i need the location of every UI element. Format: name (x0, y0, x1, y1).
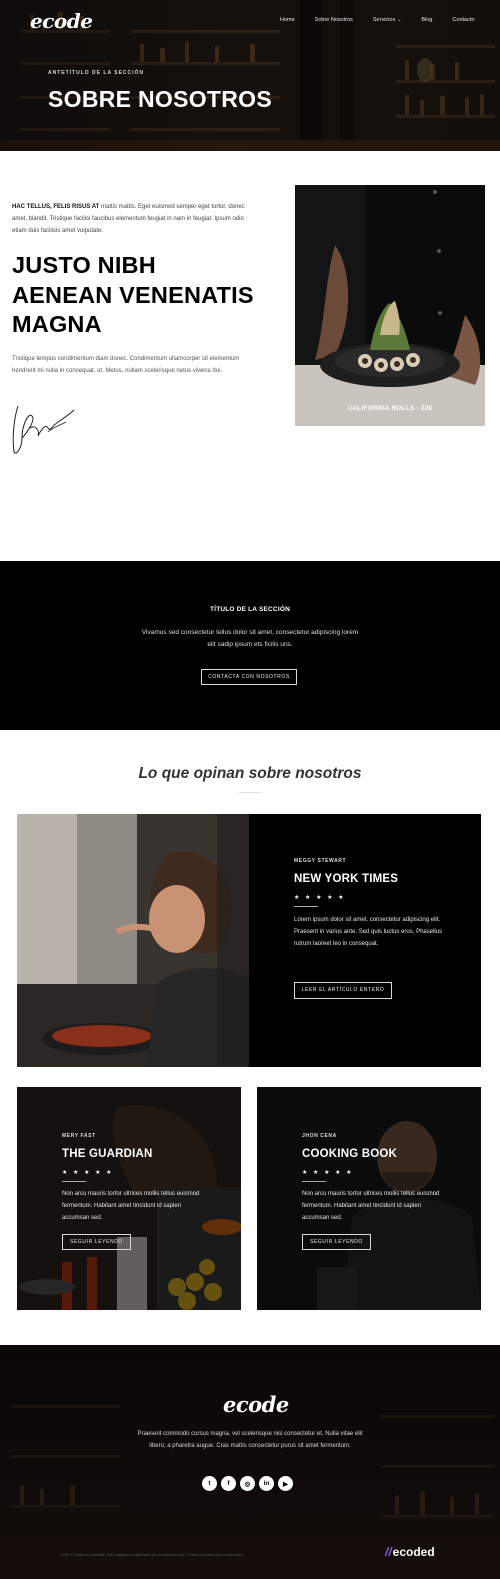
footer-description: Praesent commodo cursus magna, vel scele… (137, 1431, 363, 1449)
cta-text: Vivamus sed consectetur tellus dolor sit… (141, 629, 359, 648)
testimonial-publication: COOKING BOOK (302, 1148, 398, 1160)
site-logo[interactable]: ecode (30, 9, 93, 33)
testimonials-heading: Lo que opinan sobre nosotros (138, 765, 362, 782)
testimonial-author: JHON CENA (302, 1133, 337, 1139)
star-rating-icon: ★ ★ ★ ★ ★ (302, 1170, 354, 1176)
testimonial-publication: THE GUARDIAN (62, 1148, 153, 1160)
contact-button[interactable]: CONTACTA CON NOSOTROS (201, 669, 297, 685)
star-rating-icon: ★ ★ ★ ★ ★ (294, 895, 346, 901)
nav-item-servicios-label: Servicios (372, 17, 396, 23)
footer-logo[interactable]: ecode (223, 1392, 289, 1417)
hero-eyebrow: ANTETÍTULO DE LA SECCIÓN (48, 70, 145, 76)
testimonial-text: Lorem ipsum dolor sit amet, consectetur … (294, 917, 443, 947)
chef-plating-photo (295, 185, 485, 426)
brand-name: ecoded (392, 1545, 435, 1559)
about-intro: HAC TELLUS, FELIS RISUS AT mattis mattis… (12, 201, 257, 237)
read-more-button[interactable]: SEGUIR LEYENDO (302, 1234, 371, 1250)
testimonial-card: MERY FAST THE GUARDIAN ★ ★ ★ ★ ★ Non arc… (17, 1087, 241, 1310)
testimonial-text: Non arcu mauris tortor ultrices mollis t… (302, 1191, 440, 1221)
testimonial-publication: NEW YORK TIMES (294, 873, 399, 885)
heading-divider (239, 792, 261, 793)
linkedin-icon[interactable]: in (259, 1476, 274, 1491)
nav-item-blog[interactable]: Blog (421, 17, 432, 23)
instagram-icon[interactable]: ◎ (240, 1476, 255, 1491)
main-nav: Home Sobre Nosotros Servicios ⌄ Blog Cont… (280, 17, 494, 23)
nav-item-contacto[interactable]: Contacto (452, 17, 474, 23)
ecoded-brand-logo[interactable]: //ecoded (385, 1545, 435, 1559)
testimonial-text: Non arcu mauris tortor ultrices mollis t… (62, 1191, 200, 1221)
featured-testimonial: MEGGY STEWART NEW YORK TIMES ★ ★ ★ ★ ★ L… (17, 814, 481, 1067)
youtube-icon[interactable]: ▶ (278, 1476, 293, 1491)
hero-header: ecode Home Sobre Nosotros Servicios ⌄ Blo… (0, 0, 500, 151)
about-intro-bold: HAC TELLUS, FELIS RISUS AT (12, 204, 100, 210)
nav-item-home[interactable]: Home (280, 17, 295, 23)
star-rating-icon: ★ ★ ★ ★ ★ (62, 1170, 114, 1176)
site-footer: ecode Praesent commodo cursus magna, vel… (0, 1345, 500, 1579)
divider (62, 1181, 86, 1182)
card-content: JHON CENA COOKING BOOK ★ ★ ★ ★ ★ Non arc… (302, 1133, 442, 1250)
cta-title: TÍTULO DE LA SECCIÓN (210, 606, 290, 613)
about-description: Tristique tempus condimentum diam donec.… (12, 356, 240, 374)
divider (302, 1181, 326, 1182)
signature-image (12, 405, 75, 454)
read-article-button[interactable]: LEER EL ARTÍCULO ENTERO (294, 982, 392, 999)
chevron-down-icon: ⌄ (397, 17, 402, 23)
read-more-button[interactable]: SEGUIR LEYENDO (62, 1234, 131, 1250)
footer-overlay (0, 1345, 500, 1579)
testimonial-author: MEGGY STEWART (294, 858, 347, 864)
cta-section: TÍTULO DE LA SECCIÓN Vivamus sed consect… (0, 561, 500, 730)
nav-item-sobre-nosotros[interactable]: Sobre Nosotros (315, 17, 353, 23)
dish-image: CALIFORNIA ROLLS - 22€ (295, 185, 485, 426)
card-content: MERY FAST THE GUARDIAN ★ ★ ★ ★ ★ Non arc… (62, 1133, 202, 1250)
social-links: t f ◎ in ▶ (202, 1476, 293, 1491)
testimonial-card: JHON CENA COOKING BOOK ★ ★ ★ ★ ★ Non arc… (257, 1087, 481, 1310)
twitter-icon[interactable]: t (202, 1476, 217, 1491)
facebook-icon[interactable]: f (221, 1476, 236, 1491)
featured-testimonial-content: MEGGY STEWART NEW YORK TIMES ★ ★ ★ ★ ★ L… (294, 858, 444, 999)
dish-caption: CALIFORNIA ROLLS - 22€ (347, 405, 433, 412)
divider (294, 906, 318, 907)
testimonial-author: MERY FAST (62, 1133, 96, 1139)
copyright-text: 2021 © Proyecto plantilla. Esta página e… (60, 1552, 245, 1557)
about-title: JUSTO NIBH AENEAN VENENATIS MAGNA (12, 252, 254, 337)
chef-tasting-photo (17, 814, 249, 1067)
nav-item-servicios[interactable]: Servicios ⌄ (373, 17, 402, 23)
page-title: SOBRE NOSOTROS (48, 86, 273, 112)
brand-bars: // (385, 1545, 392, 1559)
